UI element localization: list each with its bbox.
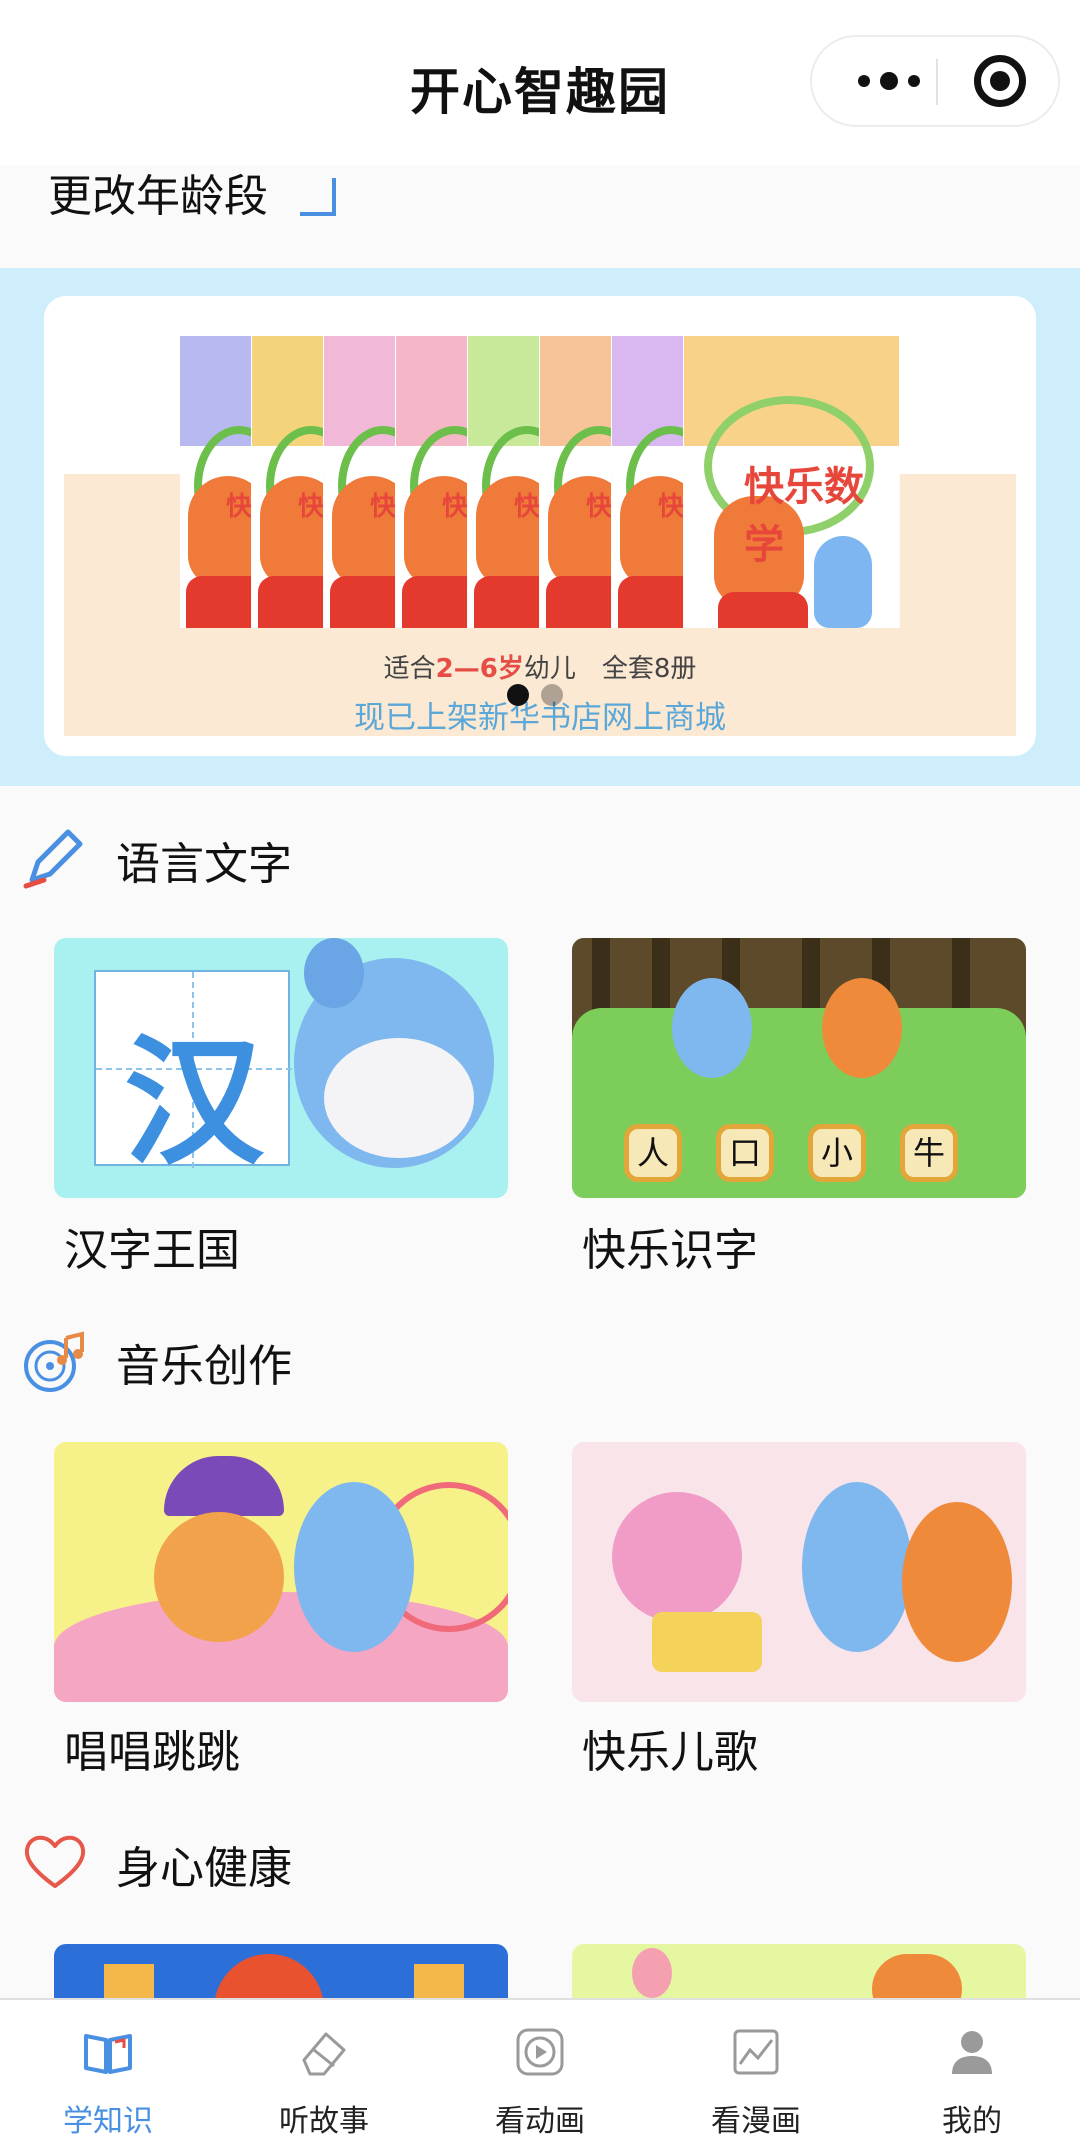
eraser-icon <box>302 2032 346 2076</box>
fox-character <box>154 1512 284 1642</box>
section-title: 音乐创作 <box>116 1341 292 1392</box>
bunny-character <box>672 978 752 1078</box>
tab-comics[interactable]: 看漫画 <box>648 2000 864 2148</box>
book-cover: 快 <box>180 336 252 628</box>
music-disc-icon <box>24 1331 84 1392</box>
user-icon <box>952 2031 992 2074</box>
bunny-character <box>294 1482 414 1652</box>
tab-learn[interactable]: 学知识 <box>0 2000 216 2148</box>
card-sing-dance[interactable] <box>54 1442 508 1702</box>
card-label[interactable]: 快乐儿歌 <box>582 1716 758 1780</box>
card-happy-literacy[interactable]: 人 口 小 牛 <box>572 938 1026 1198</box>
tab-stories[interactable]: 听故事 <box>216 2000 432 2148</box>
book-cover: 快 <box>252 336 324 628</box>
banner-subtitle: 适合2—6岁幼儿 全套8册 <box>383 654 697 684</box>
fox-character <box>902 1502 1012 1662</box>
section-title: 语言文字 <box>116 839 292 890</box>
tab-mine[interactable]: 我的 <box>864 2000 1080 2148</box>
book-icon <box>84 2034 132 2074</box>
card-hanzi-kingdom[interactable]: 汉 <box>54 938 508 1198</box>
card-happy-songs[interactable] <box>572 1442 1026 1702</box>
book-cover: 快 <box>612 336 684 628</box>
heart-icon <box>24 1835 86 1888</box>
book-cover: 快 <box>540 336 612 628</box>
tab-label: 看动画 <box>495 2104 585 2139</box>
capsule-divider <box>936 59 938 105</box>
balloon <box>632 1948 672 1998</box>
char-tile: 口 <box>716 1124 774 1182</box>
navigation-bar: 开心智趣园 更改年龄段 <box>0 0 1080 222</box>
fox-character <box>822 978 902 1078</box>
close-target-icon[interactable] <box>974 55 1026 107</box>
video-play-icon <box>516 2028 564 2076</box>
card-label[interactable]: 唱唱跳跳 <box>64 1716 240 1780</box>
book-cover-front: 快乐数学 <box>684 336 900 628</box>
bottom-tab-bar: 学知识 听故事 看动画 看漫画 我的 <box>0 1998 1080 2148</box>
book-cover: 快 <box>324 336 396 628</box>
banner-section: 快 快 快 快 快 快 快 快乐数学 适合2—6岁幼儿 全套8册 现已上架新华书… <box>0 268 1080 786</box>
hanzi-grid: 汉 <box>94 970 292 1185</box>
card-label[interactable]: 快乐识字 <box>582 1214 758 1278</box>
tab-label: 我的 <box>942 2104 1002 2139</box>
book-cover: 快 <box>468 336 540 628</box>
tab-label: 学知识 <box>63 2104 153 2139</box>
book-cover: 快 <box>396 336 468 628</box>
pencil-icon <box>23 829 83 889</box>
bunny-character <box>802 1482 912 1652</box>
banner-carousel[interactable]: 快 快 快 快 快 快 快 快乐数学 适合2—6岁幼儿 全套8册 现已上架新华书… <box>44 296 1036 756</box>
corner-bracket-icon <box>300 178 336 216</box>
picture-icon <box>733 2029 779 2075</box>
section-title: 身心健康 <box>116 1843 292 1894</box>
char-tile: 人 <box>624 1124 682 1182</box>
mini-program-capsule <box>810 35 1060 127</box>
carousel-dot-active[interactable] <box>507 684 529 706</box>
book-set-image: 快 快 快 快 快 快 快 快乐数学 <box>180 336 900 628</box>
tab-label: 看漫画 <box>711 2104 801 2139</box>
change-age-link[interactable]: 更改年龄段 <box>48 160 268 224</box>
gramophone <box>612 1492 742 1622</box>
char-tile: 牛 <box>900 1124 958 1182</box>
wizard-hat <box>164 1456 284 1516</box>
carousel-indicator <box>507 684 567 708</box>
more-icon[interactable] <box>844 37 934 125</box>
tab-animation[interactable]: 看动画 <box>432 2000 648 2148</box>
char-tile: 小 <box>808 1124 866 1182</box>
carousel-dot[interactable] <box>541 684 563 706</box>
card-label[interactable]: 汉字王国 <box>64 1214 240 1278</box>
tab-label: 听故事 <box>279 2104 369 2139</box>
